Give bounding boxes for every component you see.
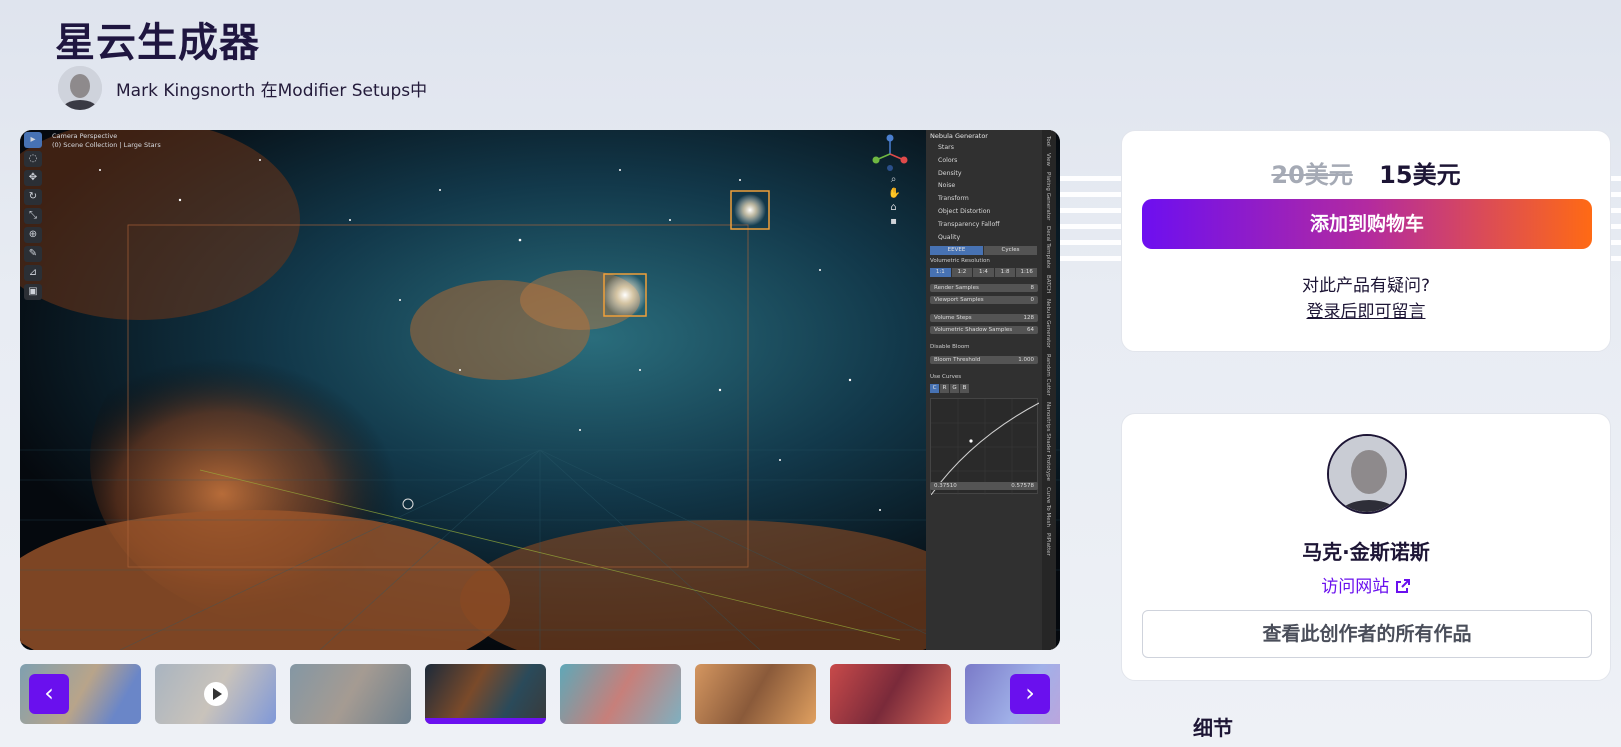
curve-editor[interactable] [930,398,1040,496]
nebula-scene [20,130,1060,650]
curve-channel[interactable]: B [960,384,969,393]
section-density[interactable]: Density [938,170,1000,183]
vol-res-option[interactable]: 1:2 [951,268,973,277]
lock-icon[interactable]: ▪ [888,216,899,227]
tool-shelf: ▸ ◌ ✥ ↻ ⤡ ⊕ ✎ ⊿ ▣ [24,132,46,300]
volume-steps-field[interactable]: Volume Steps 128 [930,314,1038,322]
creator-name: 马克·金斯诺斯 [1302,540,1430,564]
price-row: 20美元 15美元 [1122,155,1610,190]
curve-channel[interactable]: C [930,384,939,393]
bloom-threshold-field[interactable]: Bloom Threshold 1.000 [930,356,1038,364]
tab-view[interactable]: View [1045,153,1051,166]
chevron-right-icon: › [1025,679,1035,707]
viewport-samples-field[interactable]: Viewport Samples 0 [930,296,1038,304]
rotate-tool-icon[interactable]: ↻ [24,189,42,205]
author-text[interactable]: Mark Kingsnorth 在Modifier Setups中 [116,76,427,101]
purchase-card: 20美元 15美元 添加到购物车 对此产品有疑问? 登录后即可留言 [1121,130,1611,352]
section-noise[interactable]: Noise [938,182,1000,195]
vol-res-option[interactable]: 1:1 [930,268,951,277]
avatar[interactable] [58,66,102,110]
curve-channel-toggle: C R G B [930,384,970,393]
tab-curve-to-mesh[interactable]: Curve To Mesh [1045,487,1051,527]
chevron-left-icon: ‹ [44,679,54,707]
page-title: 星云生成器 [55,20,260,66]
curve-channel[interactable]: G [950,384,959,393]
section-stars[interactable]: Stars [938,144,1000,157]
details-heading: 细节 [1193,716,1233,740]
viewport-info: Camera Perspective (0) Scene Collection … [52,132,161,149]
vol-res-option[interactable]: 1:8 [994,268,1016,277]
move-tool-icon[interactable]: ✥ [24,170,42,186]
use-curves-checkbox[interactable]: Use Curves [930,374,961,380]
view-all-works-button[interactable]: 查看此创作者的所有作品 [1142,610,1592,658]
panel-tabs: Tool View Plating Generator Decal Templa… [1042,130,1056,650]
tab-nanostrips[interactable]: Nanostrips Shader Prototype [1045,402,1051,481]
tab-random-cutter[interactable]: Random Cutter [1045,354,1051,396]
thumbnail[interactable] [830,664,951,724]
section-colors[interactable]: Colors [938,157,1000,170]
transform-tool-icon[interactable]: ⊕ [24,227,42,243]
vol-res-option[interactable]: 1:16 [1016,268,1037,277]
section-transparency-falloff[interactable]: Transparency Falloff [938,221,1000,234]
panel-sections: Stars Colors Density Noise Transform Obj… [938,144,1000,246]
thumbnail[interactable] [290,664,411,724]
engine-cycles[interactable]: Cycles [984,246,1037,255]
annotate-tool-icon[interactable]: ✎ [24,246,42,262]
tab-piplatter[interactable]: PiPlatter [1045,533,1051,556]
thumbnail[interactable] [695,664,816,724]
viewport-nav: ⌕ ✋ ⌂ ▪ [888,174,900,227]
add-cube-tool-icon[interactable]: ▣ [24,284,42,300]
creator-card: 马克·金斯诺斯 访问网站 查看此创作者的所有作品 [1121,413,1611,681]
next-thumbnail-button[interactable]: › [1010,674,1050,714]
engine-eevee[interactable]: EEVEE [930,246,983,255]
play-icon[interactable] [203,682,228,706]
disable-bloom-checkbox[interactable]: Disable Bloom [930,344,970,350]
section-object-distortion[interactable]: Object Distortion [938,208,1000,221]
main-product-image[interactable]: ▸ ◌ ✥ ↻ ⤡ ⊕ ✎ ⊿ ▣ Camera Perspective (0)… [20,130,1060,650]
sidebar-panel: Nebula Generator Stars Colors Density No… [926,130,1056,650]
add-to-cart-button[interactable]: 添加到购物车 [1142,199,1592,249]
section-transform[interactable]: Transform [938,195,1000,208]
external-link-icon [1395,579,1410,593]
creator-avatar[interactable] [1327,434,1407,514]
tab-nebula[interactable]: Nebula Generator [1045,299,1051,348]
select-tool-icon[interactable]: ▸ [24,132,42,148]
panel-header[interactable]: Nebula Generator [930,132,1038,140]
thumbnail[interactable] [560,664,681,724]
curve-point-coords[interactable]: 0.37510 0.57578 [930,482,1038,490]
zoom-icon[interactable]: ⌕ [888,174,899,185]
pan-icon[interactable]: ✋ [888,188,900,199]
question-text: 对此产品有疑问? [1301,276,1431,296]
tab-plating[interactable]: Plating Generator [1045,172,1051,221]
tab-tool[interactable]: Tool [1045,136,1051,147]
login-to-comment-link[interactable]: 登录后即可留言 [1122,297,1610,322]
axis-gizmo-icon[interactable] [870,132,910,172]
author-row[interactable]: Mark Kingsnorth 在Modifier Setups中 [58,66,427,110]
curve-channel[interactable]: R [940,384,949,393]
camera-icon[interactable]: ⌂ [888,202,899,213]
tab-decal[interactable]: Decal Template [1045,226,1051,268]
render-samples-field[interactable]: Render Samples 8 [930,284,1038,292]
thumbnail-active[interactable] [425,664,546,724]
scale-tool-icon[interactable]: ⤡ [24,208,42,224]
engine-toggle: EEVEE Cycles [930,246,1038,255]
visit-website-link[interactable]: 访问网站 [1122,572,1610,597]
cursor-tool-icon[interactable]: ◌ [24,151,42,167]
vol-res-toggle: 1:1 1:2 1:4 1:8 1:16 [930,268,1038,277]
tab-batch[interactable]: BATCH [1045,275,1051,293]
sale-price: 15美元 [1379,161,1461,189]
vol-shadow-field[interactable]: Volumetric Shadow Samples 64 [930,326,1038,334]
measure-tool-icon[interactable]: ⊿ [24,265,42,281]
vol-res-label: Volumetric Resolution [930,258,990,264]
vol-res-option[interactable]: 1:4 [973,268,994,277]
thumbnail-strip: ‹ › [20,664,1060,724]
thumbnail-video[interactable] [155,664,276,724]
prev-thumbnail-button[interactable]: ‹ [29,674,69,714]
section-quality[interactable]: Quality [938,234,1000,247]
original-price: 20美元 [1271,161,1353,189]
